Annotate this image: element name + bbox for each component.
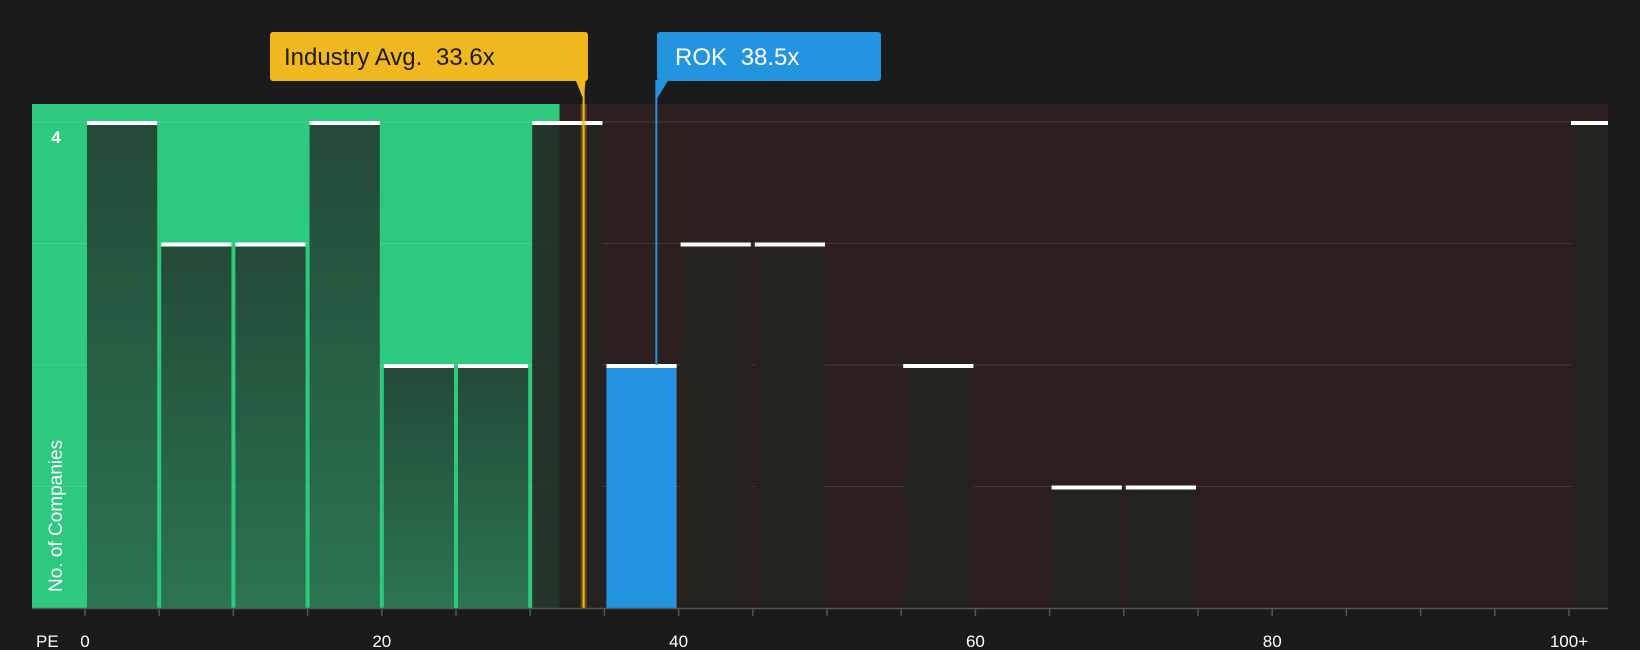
x-tick-label-1: 20: [372, 632, 391, 650]
industry-avg-label: Industry Avg.: [284, 44, 422, 71]
bar-cap-7: [606, 364, 677, 368]
bar-6: [532, 122, 603, 608]
bar-0: [87, 122, 158, 608]
bar-cap-6: [532, 121, 603, 125]
bar-13: [1571, 122, 1608, 608]
bar-10: [903, 365, 974, 608]
pe-distribution-chart: 4 PE 0 20 40 60 80 100+ No. of Companies Indu…: [0, 0, 1640, 650]
x-axis-title: PE: [36, 632, 59, 650]
bar-cap-8: [680, 242, 751, 247]
bar-12: [1125, 486, 1196, 608]
x-tick-label-2: 40: [669, 632, 688, 650]
bar-cap-11: [1051, 485, 1122, 490]
bar-5: [458, 365, 529, 608]
industry-avg-value: 33.6x: [436, 44, 495, 71]
bar-cap-12: [1125, 485, 1196, 490]
bar-cap-10: [903, 364, 974, 368]
bar-cap-13: [1571, 121, 1608, 125]
bar-cap-4: [383, 364, 454, 368]
bar-cap-5: [458, 364, 529, 368]
bar-11: [1051, 486, 1122, 608]
y-tick-label-0: 4: [51, 128, 61, 147]
industry-avg-band: [580, 104, 587, 608]
x-tick-label-0: 0: [80, 632, 89, 650]
y-axis-title: No. of Companies: [46, 440, 67, 592]
x-tick-label-4: 80: [1263, 632, 1282, 650]
industry-avg-callout-text: Industry Avg. 33.6x: [284, 44, 495, 71]
company-label: ROK: [675, 44, 727, 71]
x-tick-label-3: 60: [966, 632, 985, 650]
bar-cap-1: [161, 242, 232, 247]
company-value: 38.5x: [741, 44, 800, 71]
bar-4: [383, 365, 454, 608]
bar-9: [754, 243, 825, 608]
bar-3: [309, 122, 380, 608]
bar-cap-0: [87, 121, 158, 125]
bar-8: [680, 243, 751, 608]
bar-cap-9: [754, 242, 825, 247]
bar-2: [235, 243, 306, 608]
x-tick-label-5: 100+: [1550, 632, 1588, 650]
bar-cap-2: [235, 242, 306, 247]
bar-7: [606, 365, 677, 608]
bar-1: [161, 243, 232, 608]
bar-cap-3: [309, 121, 380, 125]
